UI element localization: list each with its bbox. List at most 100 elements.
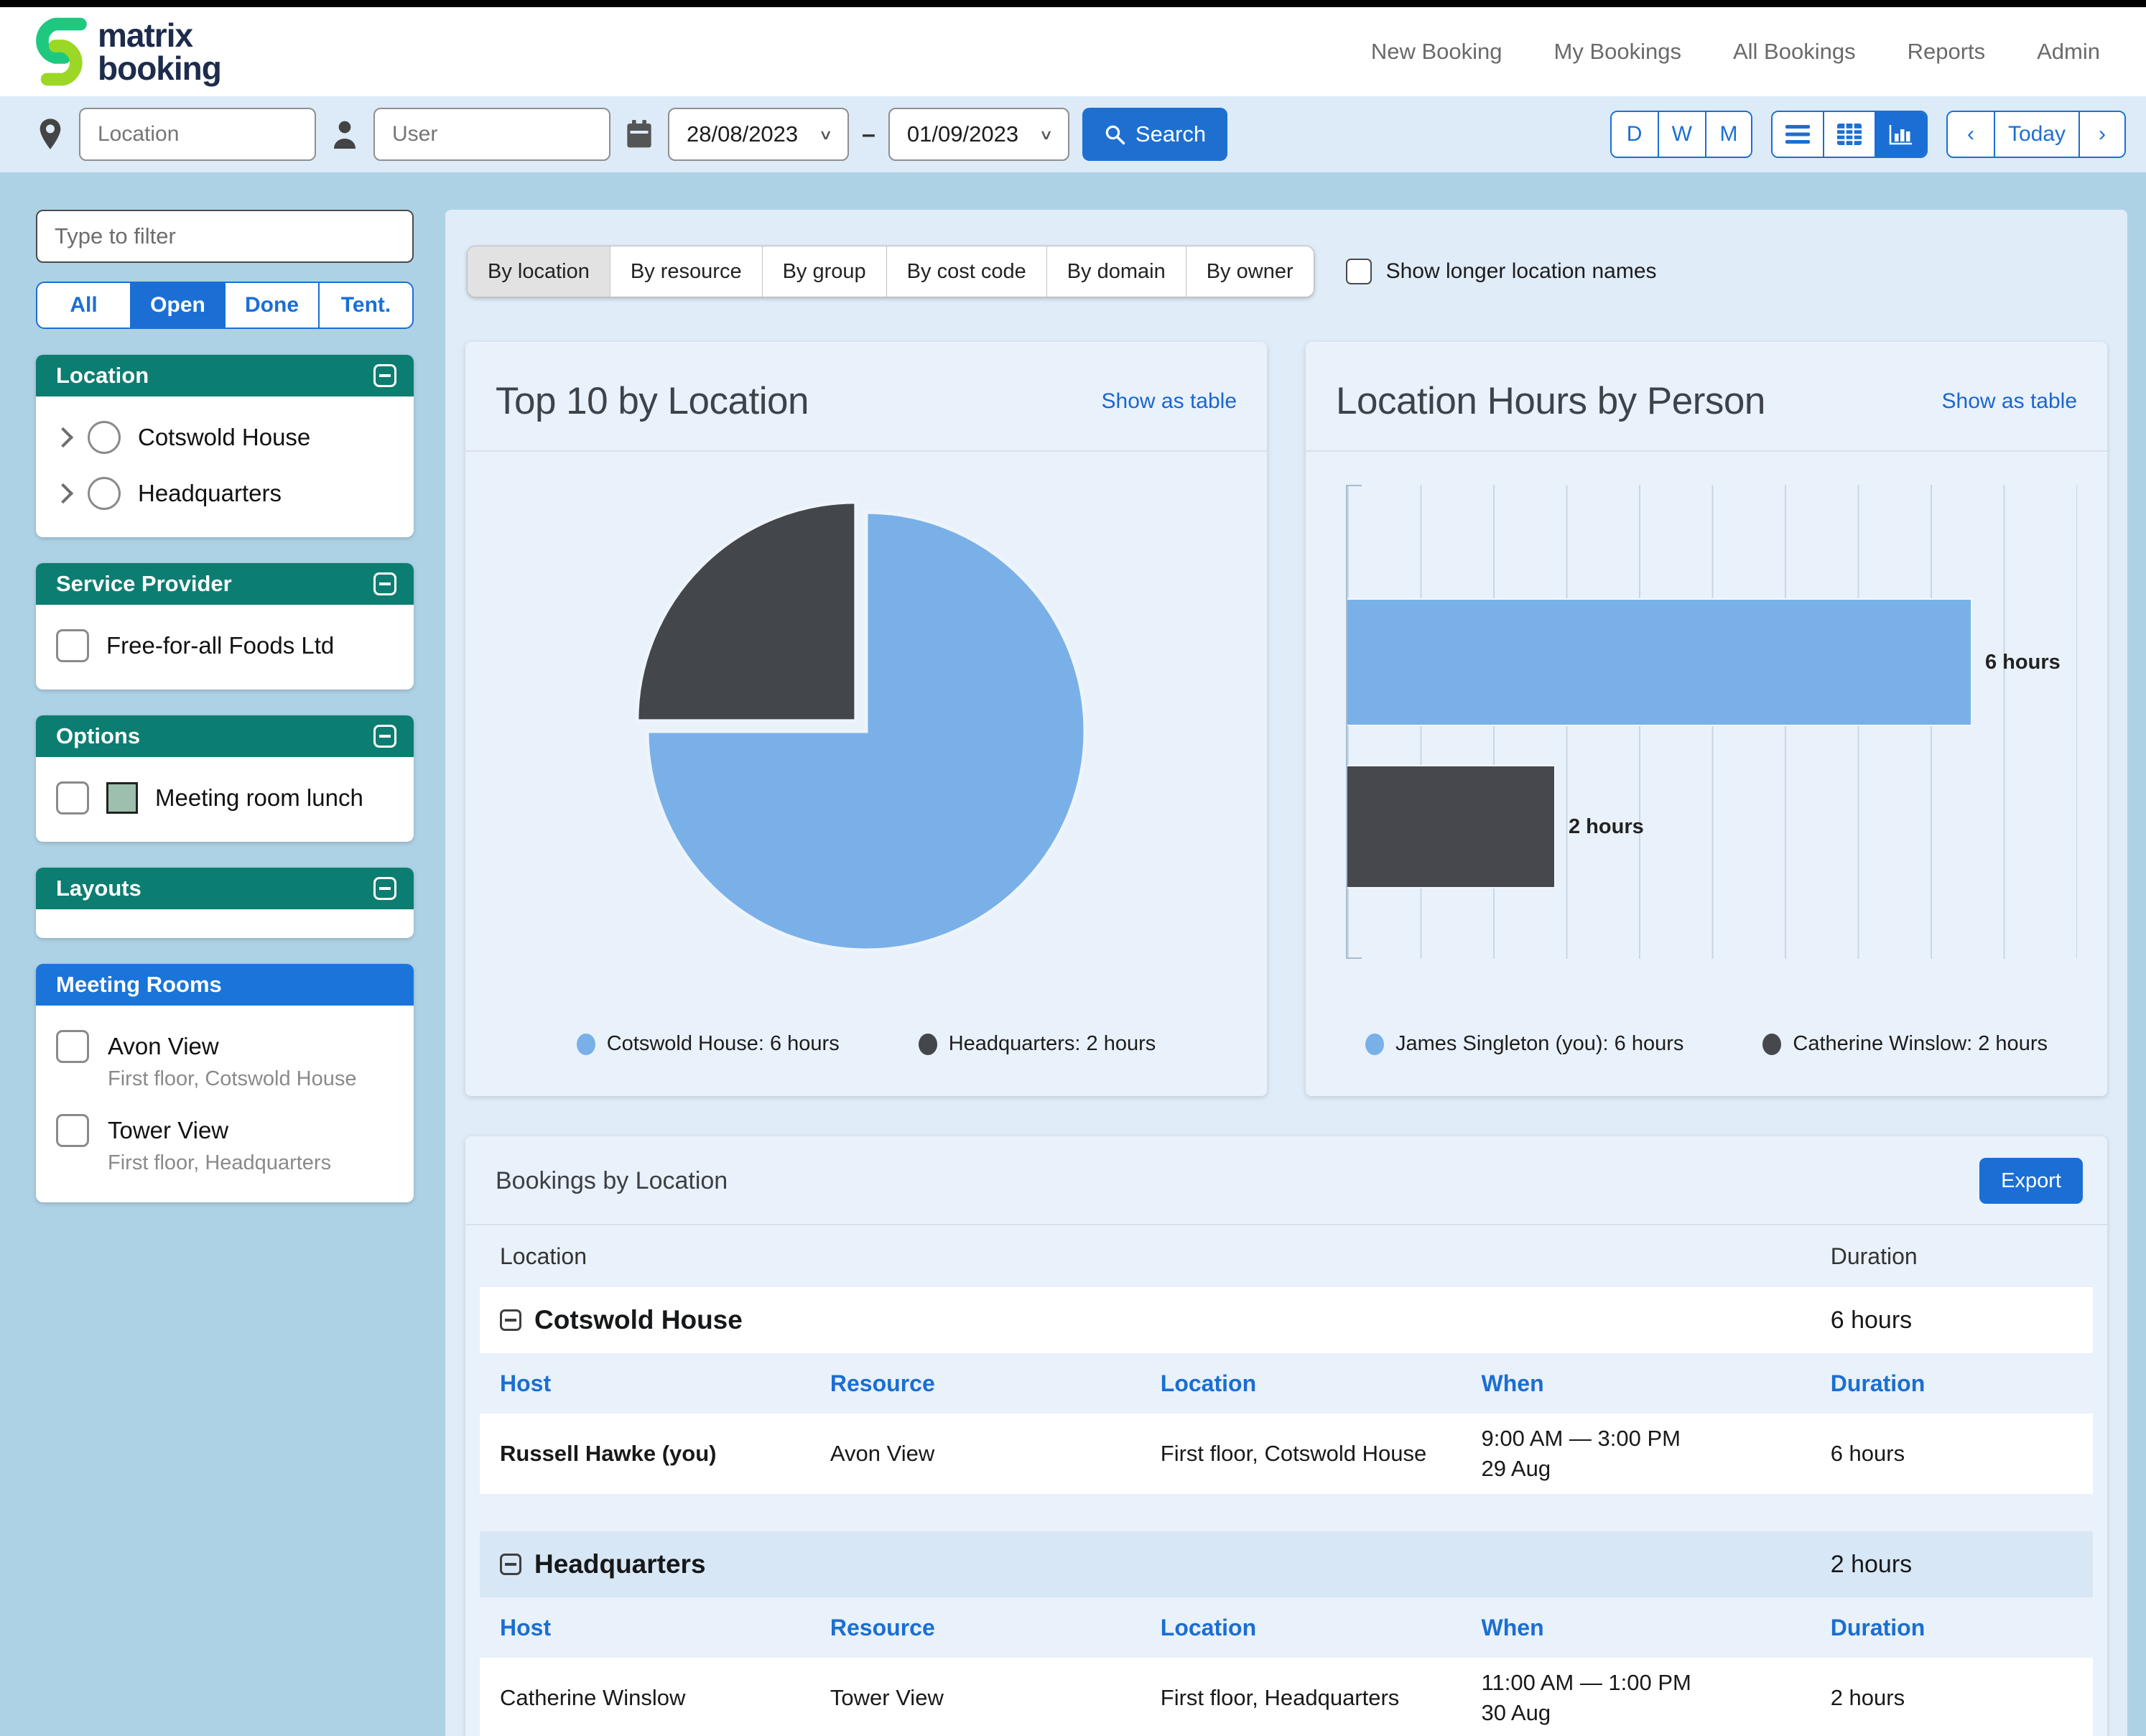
logo-wordmark: matrix booking	[98, 19, 221, 85]
person-hours-bar-chart[interactable]: 6 hours 2 hours	[1346, 485, 2077, 959]
expand-chevron-icon[interactable]	[53, 427, 73, 447]
next-period-button[interactable]: ›	[2078, 112, 2124, 157]
chevron-down-icon: ∨	[819, 126, 834, 142]
collapse-group-icon[interactable]	[500, 1554, 521, 1575]
spacer	[480, 1494, 2093, 1531]
bar-value-label: 6 hours	[1985, 651, 2061, 674]
checkbox[interactable]	[56, 1030, 89, 1063]
collapse-icon[interactable]	[373, 877, 396, 900]
col-duration[interactable]: Duration	[1831, 1615, 2073, 1641]
options-header[interactable]: Options	[36, 715, 414, 757]
location-item-headquarters[interactable]: Headquarters	[36, 465, 414, 521]
list-view-button[interactable]	[1773, 112, 1823, 157]
col-duration[interactable]: Duration	[1831, 1370, 2073, 1397]
collapse-icon[interactable]	[373, 364, 396, 387]
tab-by-location[interactable]: By location	[468, 246, 610, 297]
matrix-booking-logo[interactable]: matrix booking	[22, 11, 221, 92]
option-item-meeting-room-lunch[interactable]: Meeting room lunch	[36, 770, 414, 826]
booking-row[interactable]: Catherine Winslow Tower View First floor…	[480, 1658, 2093, 1736]
user-input[interactable]	[373, 108, 610, 161]
service-provider-item[interactable]: Free-for-all Foods Ltd	[36, 618, 414, 674]
prev-period-button[interactable]: ‹	[1948, 112, 1994, 157]
tab-by-cost-code[interactable]: By cost code	[886, 246, 1046, 297]
room-item-avon-view[interactable]: Avon View	[36, 1018, 414, 1067]
room-sublabel: First floor, Cotswold House	[36, 1067, 414, 1103]
browser-top-strip	[0, 0, 2146, 7]
status-tab-all[interactable]: All	[37, 283, 130, 328]
radio-button[interactable]	[88, 421, 121, 454]
collapse-icon[interactable]	[373, 572, 396, 595]
col-resource[interactable]: Resource	[830, 1370, 1161, 1397]
tab-by-group[interactable]: By group	[762, 246, 886, 297]
col-when[interactable]: When	[1482, 1370, 1831, 1397]
nav-new-booking[interactable]: New Booking	[1371, 39, 1502, 65]
checkbox[interactable]	[56, 629, 89, 662]
export-button[interactable]: Export	[1979, 1158, 2083, 1204]
room-sublabel: First floor, Headquarters	[36, 1151, 414, 1187]
col-host[interactable]: Host	[500, 1370, 830, 1397]
group-duration: 2 hours	[1831, 1551, 2073, 1579]
bar-show-as-table-link[interactable]: Show as table	[1942, 389, 2077, 414]
show-longer-names-toggle[interactable]: Show longer location names	[1346, 259, 1657, 284]
report-main-panel: By location By resource By group By cost…	[445, 210, 2127, 1736]
location-input[interactable]	[79, 108, 316, 161]
pie-show-as-table-link[interactable]: Show as table	[1102, 389, 1237, 414]
location-hours-pie-chart[interactable]	[615, 491, 1118, 993]
grid-view-button[interactable]	[1823, 112, 1875, 157]
legend-dot	[919, 1034, 937, 1055]
col-host[interactable]: Host	[500, 1615, 830, 1641]
sidebar-filter-input[interactable]	[36, 210, 414, 263]
chart-view-button[interactable]	[1875, 112, 1926, 157]
nav-my-bookings[interactable]: My Bookings	[1554, 39, 1681, 65]
legend-item: Cotswold House: 6 hours	[577, 1032, 840, 1056]
layouts-header[interactable]: Layouts	[36, 868, 414, 909]
booking-row[interactable]: Russell Hawke (you) Avon View First floo…	[480, 1414, 2093, 1494]
summary-header-duration: Duration	[1831, 1243, 2073, 1270]
nav-admin[interactable]: Admin	[2037, 39, 2100, 65]
location-section: Location Cotswold House Headquarters	[36, 355, 414, 537]
meeting-rooms-header[interactable]: Meeting Rooms	[36, 964, 414, 1006]
cell-resource: Tower View	[830, 1685, 1161, 1711]
search-button[interactable]: Search	[1082, 108, 1227, 161]
group-row-cotswold-house[interactable]: Cotswold House 6 hours	[480, 1287, 2093, 1353]
status-tab-done[interactable]: Done	[224, 283, 318, 328]
col-resource[interactable]: Resource	[830, 1615, 1161, 1641]
period-day-button[interactable]: D	[1612, 112, 1658, 157]
tab-by-domain[interactable]: By domain	[1046, 246, 1186, 297]
legend-dot	[577, 1034, 595, 1055]
date-from-select[interactable]: 28/08/2023∨	[668, 108, 849, 161]
checkbox[interactable]	[56, 1114, 89, 1147]
bar-james-singleton[interactable]	[1347, 598, 1972, 726]
group-row-headquarters[interactable]: Headquarters 2 hours	[480, 1531, 2093, 1597]
collapse-icon[interactable]	[373, 725, 396, 748]
nav-all-bookings[interactable]: All Bookings	[1733, 39, 1856, 65]
period-month-button[interactable]: M	[1705, 112, 1751, 157]
status-tab-tentative[interactable]: Tent.	[318, 283, 412, 328]
collapse-group-icon[interactable]	[500, 1309, 521, 1331]
period-week-button[interactable]: W	[1658, 112, 1705, 157]
checkbox[interactable]	[1346, 259, 1372, 284]
room-item-tower-view[interactable]: Tower View	[36, 1103, 414, 1151]
location-item-cotswold-house[interactable]: Cotswold House	[36, 409, 414, 465]
today-button[interactable]: Today	[1994, 112, 2078, 157]
cell-host: Catherine Winslow	[500, 1685, 830, 1711]
group-duration: 6 hours	[1831, 1306, 2073, 1335]
layouts-section: Layouts	[36, 868, 414, 938]
expand-chevron-icon[interactable]	[53, 483, 73, 503]
date-to-select[interactable]: 01/09/2023∨	[888, 108, 1069, 161]
service-provider-header[interactable]: Service Provider	[36, 563, 414, 605]
bar-catherine-winslow[interactable]	[1347, 765, 1556, 888]
col-location[interactable]: Location	[1161, 1615, 1482, 1641]
col-when[interactable]: When	[1482, 1615, 1831, 1641]
nav-reports[interactable]: Reports	[1908, 39, 1986, 65]
options-section: Options Meeting room lunch	[36, 715, 414, 842]
tab-by-owner[interactable]: By owner	[1186, 246, 1314, 297]
radio-button[interactable]	[88, 477, 121, 510]
main-nav: New Booking My Bookings All Bookings Rep…	[1371, 39, 2100, 65]
bar-row: 2 hours	[1347, 765, 2076, 888]
status-tab-open[interactable]: Open	[130, 283, 224, 328]
col-location[interactable]: Location	[1161, 1370, 1482, 1397]
location-section-header[interactable]: Location	[36, 355, 414, 396]
checkbox[interactable]	[56, 781, 89, 814]
tab-by-resource[interactable]: By resource	[610, 246, 762, 297]
